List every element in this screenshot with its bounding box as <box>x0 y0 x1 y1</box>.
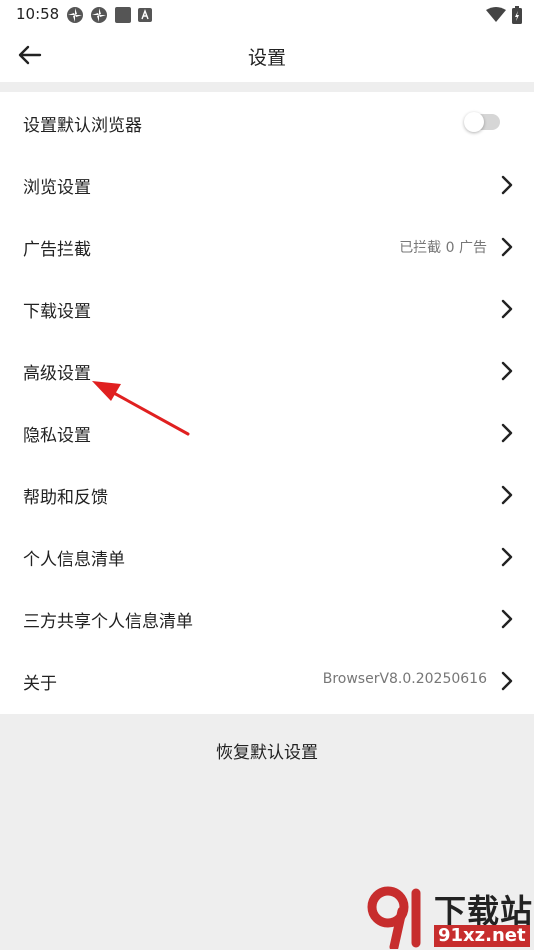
reset-defaults-button[interactable]: 恢复默认设置 <box>0 738 534 763</box>
chevron-right-icon <box>501 299 513 319</box>
ad-block-count: 已拦截 0 广告 <box>399 240 487 256</box>
status-time: 10:58 <box>16 5 60 23</box>
row-ad-block[interactable]: 广告拦截 已拦截 0 广告 <box>0 216 534 278</box>
chevron-right-icon <box>501 237 513 257</box>
wifi-icon <box>486 7 506 22</box>
divider-band <box>0 82 534 92</box>
pinwheel-icon <box>91 7 107 23</box>
watermark: 下载站 91xz.net <box>364 885 534 949</box>
row-help-feedback[interactable]: 帮助和反馈 <box>0 464 534 526</box>
default-browser-toggle[interactable] <box>464 112 500 132</box>
chevron-right-icon <box>501 609 513 629</box>
row-browsing-settings[interactable]: 浏览设置 <box>0 154 534 216</box>
chevron-right-icon <box>501 485 513 505</box>
chevron-right-icon <box>501 671 513 691</box>
row-label: 浏览设置 <box>23 178 91 198</box>
pinwheel-icon <box>67 7 83 23</box>
app-bar: 设置 <box>0 28 534 82</box>
row-label: 广告拦截 <box>23 240 91 260</box>
row-third-party-info-list[interactable]: 三方共享个人信息清单 <box>0 588 534 650</box>
chevron-right-icon <box>501 361 513 381</box>
row-download-settings[interactable]: 下载设置 <box>0 278 534 340</box>
notification-icons <box>66 6 152 24</box>
row-label: 设置默认浏览器 <box>23 116 142 136</box>
a-icon <box>138 8 152 22</box>
chevron-right-icon <box>501 423 513 443</box>
row-privacy-settings[interactable]: 隐私设置 <box>0 402 534 464</box>
status-bar: 10:58 <box>0 0 534 28</box>
row-default-browser[interactable]: 设置默认浏览器 <box>0 92 534 154</box>
row-label: 关于 <box>23 674 57 694</box>
row-label: 帮助和反馈 <box>23 488 108 508</box>
row-personal-info-list[interactable]: 个人信息清单 <box>0 526 534 588</box>
row-label: 下载设置 <box>23 302 91 322</box>
row-advanced-settings[interactable]: 高级设置 <box>0 340 534 402</box>
row-about[interactable]: 关于 BrowserV8.0.20250616 <box>0 650 534 712</box>
row-label: 高级设置 <box>23 364 91 384</box>
row-label: 个人信息清单 <box>23 550 125 570</box>
row-label: 三方共享个人信息清单 <box>23 612 193 632</box>
page-title: 设置 <box>247 47 286 69</box>
system-icons <box>486 6 522 24</box>
version-text: BrowserV8.0.20250616 <box>322 671 487 687</box>
watermark-logo <box>367 886 421 949</box>
battery-charging-icon <box>512 6 522 24</box>
watermark-url: 91xz.net <box>434 925 530 947</box>
row-label: 隐私设置 <box>23 426 91 446</box>
chevron-right-icon <box>501 547 513 567</box>
settings-list: 设置默认浏览器 浏览设置 广告拦截 已拦截 0 广告 下载设置 高级设置 隐私设… <box>0 92 534 714</box>
toggle-knob <box>464 112 484 132</box>
square-icon <box>115 7 131 23</box>
chevron-right-icon <box>501 175 513 195</box>
